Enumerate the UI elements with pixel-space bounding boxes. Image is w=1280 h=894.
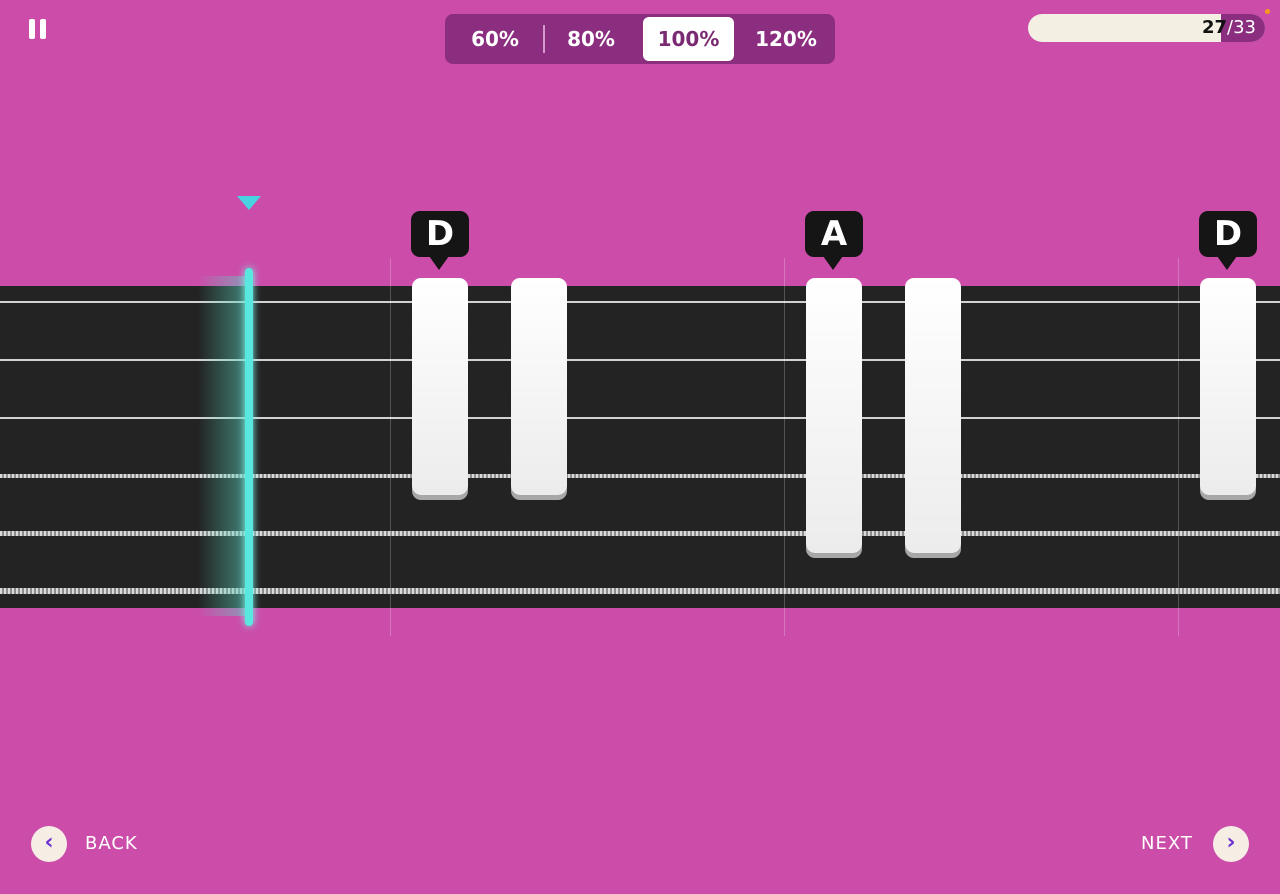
playhead-glow bbox=[198, 276, 248, 616]
speed-option-100[interactable]: 100% bbox=[643, 17, 734, 61]
bar-line bbox=[1178, 258, 1179, 636]
fretboard bbox=[0, 286, 1280, 608]
next-label: NEXT bbox=[1141, 833, 1193, 854]
chord-label: D bbox=[411, 211, 469, 257]
chord-label: D bbox=[1199, 211, 1257, 257]
chord-label: A bbox=[805, 211, 863, 257]
speed-selector: 60% 80% 100% 120% bbox=[445, 14, 835, 64]
strum-note bbox=[905, 278, 961, 553]
back-label: BACK bbox=[85, 833, 138, 854]
pause-button[interactable] bbox=[26, 17, 50, 43]
string-1 bbox=[0, 301, 1280, 303]
string-3 bbox=[0, 417, 1280, 419]
string-6 bbox=[0, 588, 1280, 594]
string-2 bbox=[0, 359, 1280, 361]
lesson-progress-bar: 27/33 bbox=[1028, 14, 1265, 42]
status-dot bbox=[1265, 9, 1270, 14]
strum-note bbox=[806, 278, 862, 553]
playhead-marker-icon bbox=[237, 196, 261, 210]
playhead bbox=[245, 268, 253, 626]
bar-line bbox=[784, 258, 785, 636]
chevron-right-icon: › bbox=[1213, 826, 1249, 862]
strum-note bbox=[1200, 278, 1256, 495]
speed-option-80[interactable]: 80% bbox=[545, 17, 637, 61]
progress-counter: 27/33 bbox=[1201, 17, 1256, 38]
strum-note bbox=[412, 278, 468, 495]
chord-pointer bbox=[429, 256, 449, 270]
chevron-left-icon: ‹ bbox=[31, 826, 67, 862]
speed-option-60[interactable]: 60% bbox=[449, 17, 541, 61]
chord-pointer bbox=[823, 256, 843, 270]
next-button[interactable]: NEXT › bbox=[1140, 826, 1250, 862]
string-4 bbox=[0, 474, 1280, 478]
string-5 bbox=[0, 531, 1280, 536]
speed-option-120[interactable]: 120% bbox=[740, 17, 832, 61]
chord-pointer bbox=[1217, 256, 1237, 270]
back-button[interactable]: ‹ BACK bbox=[31, 826, 151, 862]
strum-note bbox=[511, 278, 567, 495]
pause-icon bbox=[29, 19, 35, 39]
bar-line bbox=[390, 258, 391, 636]
